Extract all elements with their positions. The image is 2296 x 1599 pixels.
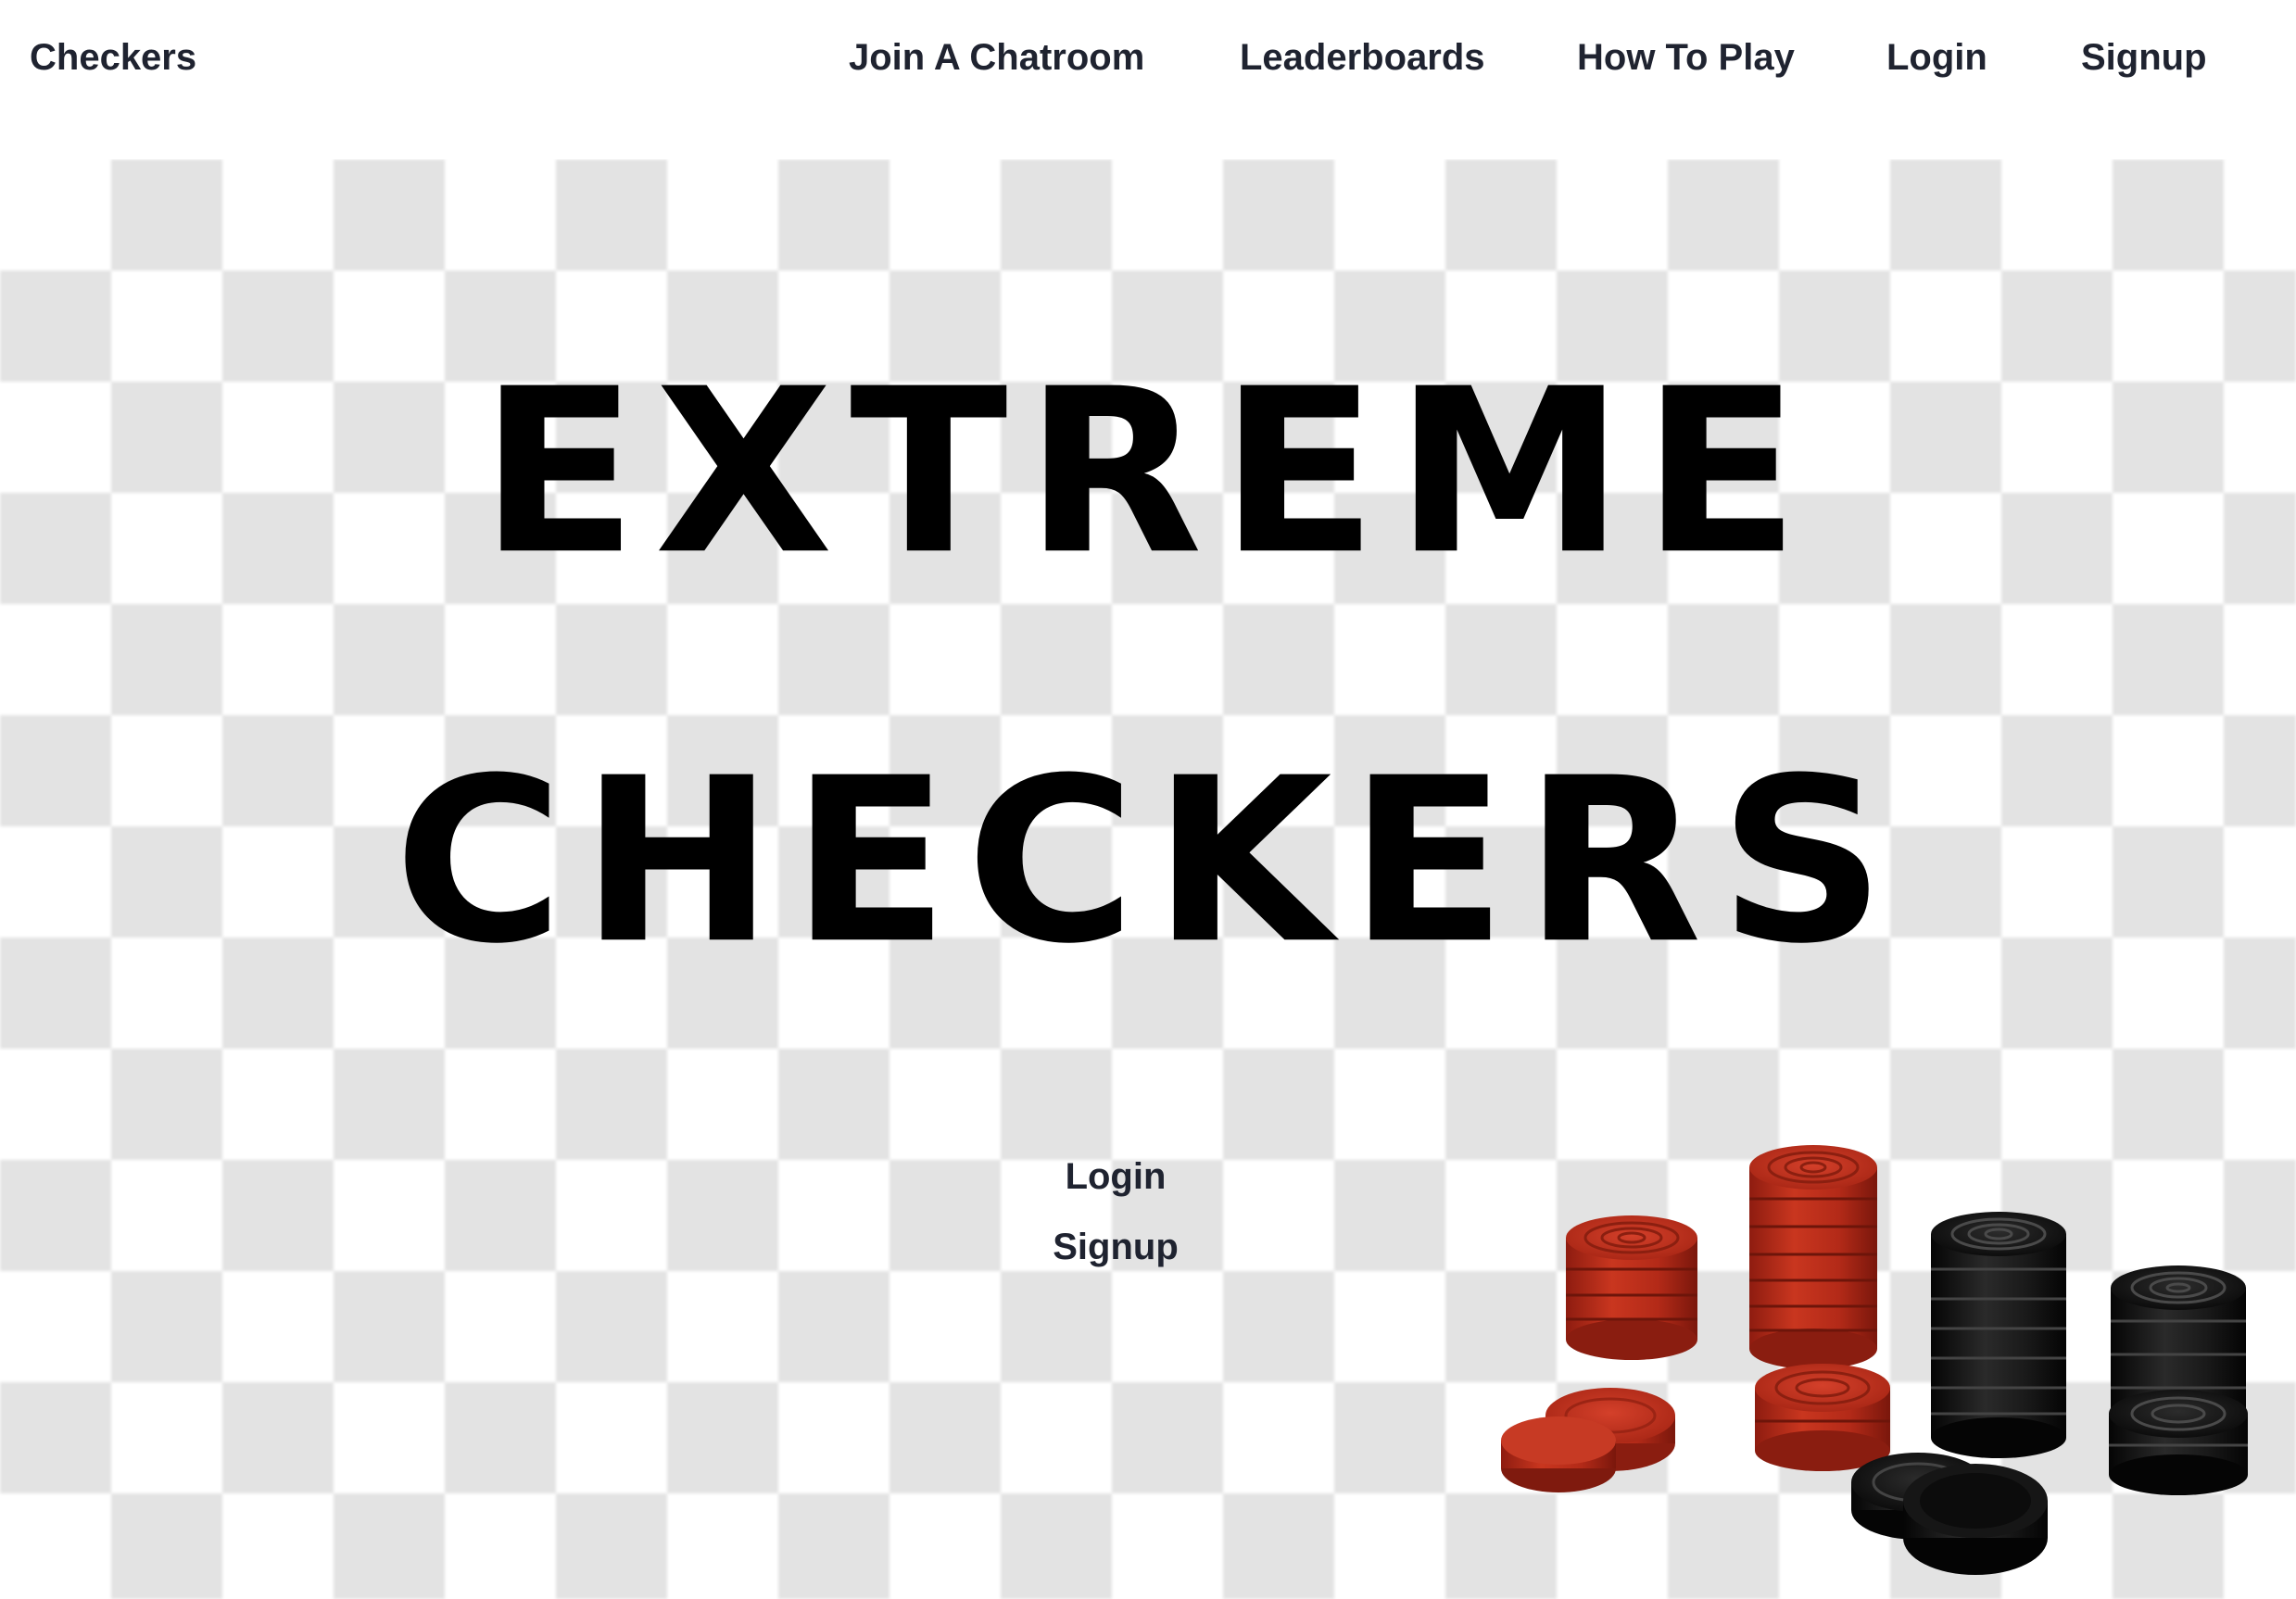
red-stack-left	[1566, 1215, 1697, 1360]
hero-title-line-1: EXTREME	[479, 339, 1817, 605]
nav-signup-link[interactable]: Signup	[2081, 37, 2207, 79]
red-stack-short	[1755, 1364, 1890, 1471]
black-stack-tall	[1931, 1212, 2066, 1458]
red-loose-pieces	[1501, 1388, 1675, 1492]
nav-join-chatroom-link[interactable]: Join A Chatroom	[849, 37, 1144, 79]
nav-leaderboards-link[interactable]: Leaderboards	[1240, 37, 1485, 79]
red-stack-tall	[1749, 1145, 1877, 1369]
nav-how-to-play-link[interactable]: How To Play	[1577, 37, 1795, 79]
black-stack-short	[2109, 1390, 2248, 1495]
black-loose-pieces	[1851, 1453, 2048, 1575]
home-page: Checkers Join A Chatroom Leaderboards Ho…	[0, 0, 2296, 1599]
nav-links: Join A Chatroom Leaderboards How To Play…	[0, 37, 2296, 83]
top-navbar: Checkers Join A Chatroom Leaderboards Ho…	[0, 0, 2296, 159]
hero-title: EXTREME CHECKERS	[0, 278, 2296, 1056]
nav-login-link[interactable]: Login	[1886, 37, 1987, 79]
checker-pieces-icon	[1501, 1145, 2248, 1575]
hero-title-line-2: CHECKERS	[393, 728, 1902, 994]
